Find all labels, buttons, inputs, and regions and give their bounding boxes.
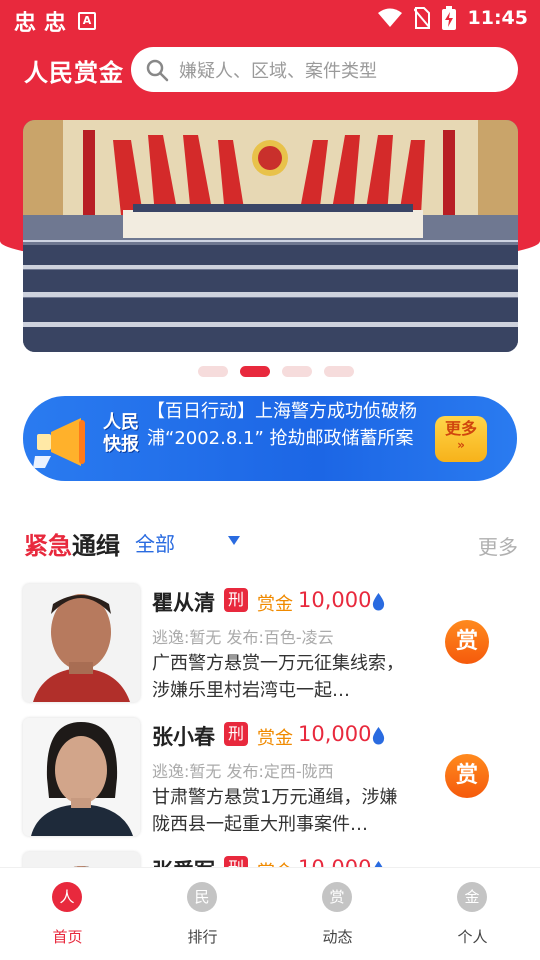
tab-feed[interactable]: 赏 动态 (270, 868, 405, 960)
drop-icon (372, 593, 385, 611)
app-title: 人民赏金 (24, 59, 124, 87)
news-brand-line: 人民 (103, 412, 139, 433)
news-brand-line: 快报 (103, 434, 139, 455)
search-bar[interactable]: 嫌疑人、区域、案件类型 (131, 47, 518, 92)
tab-label: 个人 (457, 928, 488, 946)
banner-image (23, 120, 518, 352)
section-title-red: 紧急 (24, 532, 72, 560)
wanted-list-item[interactable]: 张小春 刑 赏金 10,000 逃逸:暂无 发布:定西-陇西 甘肃警方悬赏1万元… (0, 718, 540, 852)
tab-ranking[interactable]: 民 排行 (135, 868, 270, 960)
news-flash-bar[interactable]: 人民 快报 【百日行动】上海警方成功侦破杨浦“2002.8.1” 抢劫邮政储蓄所… (23, 396, 517, 481)
tab-home[interactable]: 人 首页 (0, 868, 135, 960)
carousel-dot-active[interactable] (240, 366, 270, 377)
caret-down-icon[interactable] (228, 536, 240, 545)
reward-amount: 10,000 (298, 588, 372, 612)
reward-button[interactable]: 赏 (445, 754, 489, 798)
news-headline[interactable]: 【百日行动】上海警方成功侦破杨浦“2002.8.1” 抢劫邮政储蓄所案 (147, 396, 437, 452)
case-description: 广西警方悬赏一万元征集线索，涉嫌乐里村岩湾屯一起… (152, 653, 404, 701)
section-more-link[interactable]: 更多 (478, 531, 518, 560)
criminal-tag: 刑 (224, 722, 248, 746)
status-right: 11:45 (377, 6, 528, 30)
feed-tab-icon: 赏 (322, 882, 352, 912)
suspect-name: 瞿从清 (152, 591, 215, 615)
status-time: 11:45 (467, 7, 528, 29)
suspect-portrait (23, 718, 140, 836)
banner-carousel[interactable] (23, 120, 518, 352)
tab-label: 动态 (322, 928, 353, 946)
search-icon (146, 59, 169, 81)
news-more-label: 更多 (444, 419, 477, 438)
status-glyph: 忠 (44, 11, 67, 36)
criminal-tag: 刑 (224, 588, 248, 612)
suspect-portrait (23, 584, 140, 702)
carousel-dot[interactable] (198, 366, 228, 377)
case-description: 甘肃警方悬赏1万元通缉，涉嫌陇西县一起重大刑事案件… (152, 787, 398, 835)
bottom-tab-bar: 人 首页 民 排行 赏 动态 金 个人 (0, 867, 540, 960)
reward-button[interactable]: 赏 (445, 620, 489, 664)
carousel-indicator (198, 366, 354, 377)
tab-profile[interactable]: 金 个人 (405, 868, 540, 960)
carousel-dot[interactable] (324, 366, 354, 377)
tab-label: 首页 (52, 928, 83, 946)
status-glyph: 忠 (14, 11, 37, 36)
case-meta: 逃逸:暂无 发布:百色-凌云 (152, 628, 334, 647)
reward-label: 赏金 (257, 728, 293, 749)
reward-amount: 10,000 (298, 722, 372, 746)
news-more-button[interactable]: 更多 » (435, 416, 487, 462)
filter-dropdown[interactable]: 全部 (135, 528, 175, 557)
battery-charging-icon (441, 6, 456, 30)
status-left: 忠 忠 A (14, 5, 97, 37)
status-bar: 忠 忠 A 11:45 (0, 0, 540, 36)
wanted-list-item[interactable]: 瞿从清 刑 赏金 10,000 逃逸:暂无 发布:百色-凌云 广西警方悬赏一万元… (0, 584, 540, 718)
case-meta: 逃逸:暂无 发布:定西-陇西 (152, 762, 334, 781)
notification-a-icon: A (78, 12, 97, 30)
ranking-tab-icon: 民 (187, 882, 217, 912)
no-sim-icon (413, 7, 430, 29)
reward-label: 赏金 (257, 594, 293, 615)
suspect-photo (23, 718, 140, 836)
home-tab-icon: 人 (52, 882, 82, 912)
tab-label: 排行 (187, 928, 218, 946)
suspect-photo (23, 584, 140, 702)
profile-tab-icon: 金 (457, 882, 487, 912)
suspect-name: 张小春 (152, 725, 215, 749)
section-title: 紧急通缉 (24, 526, 120, 561)
wifi-icon (377, 8, 402, 27)
double-chevron-icon: » (457, 438, 465, 452)
news-brand-label: 人民 快报 (103, 412, 139, 456)
section-title-dark: 通缉 (72, 532, 120, 560)
megaphone-icon (33, 418, 85, 468)
drop-icon (372, 727, 385, 745)
carousel-dot[interactable] (282, 366, 312, 377)
search-placeholder: 嫌疑人、区域、案件类型 (179, 60, 377, 82)
